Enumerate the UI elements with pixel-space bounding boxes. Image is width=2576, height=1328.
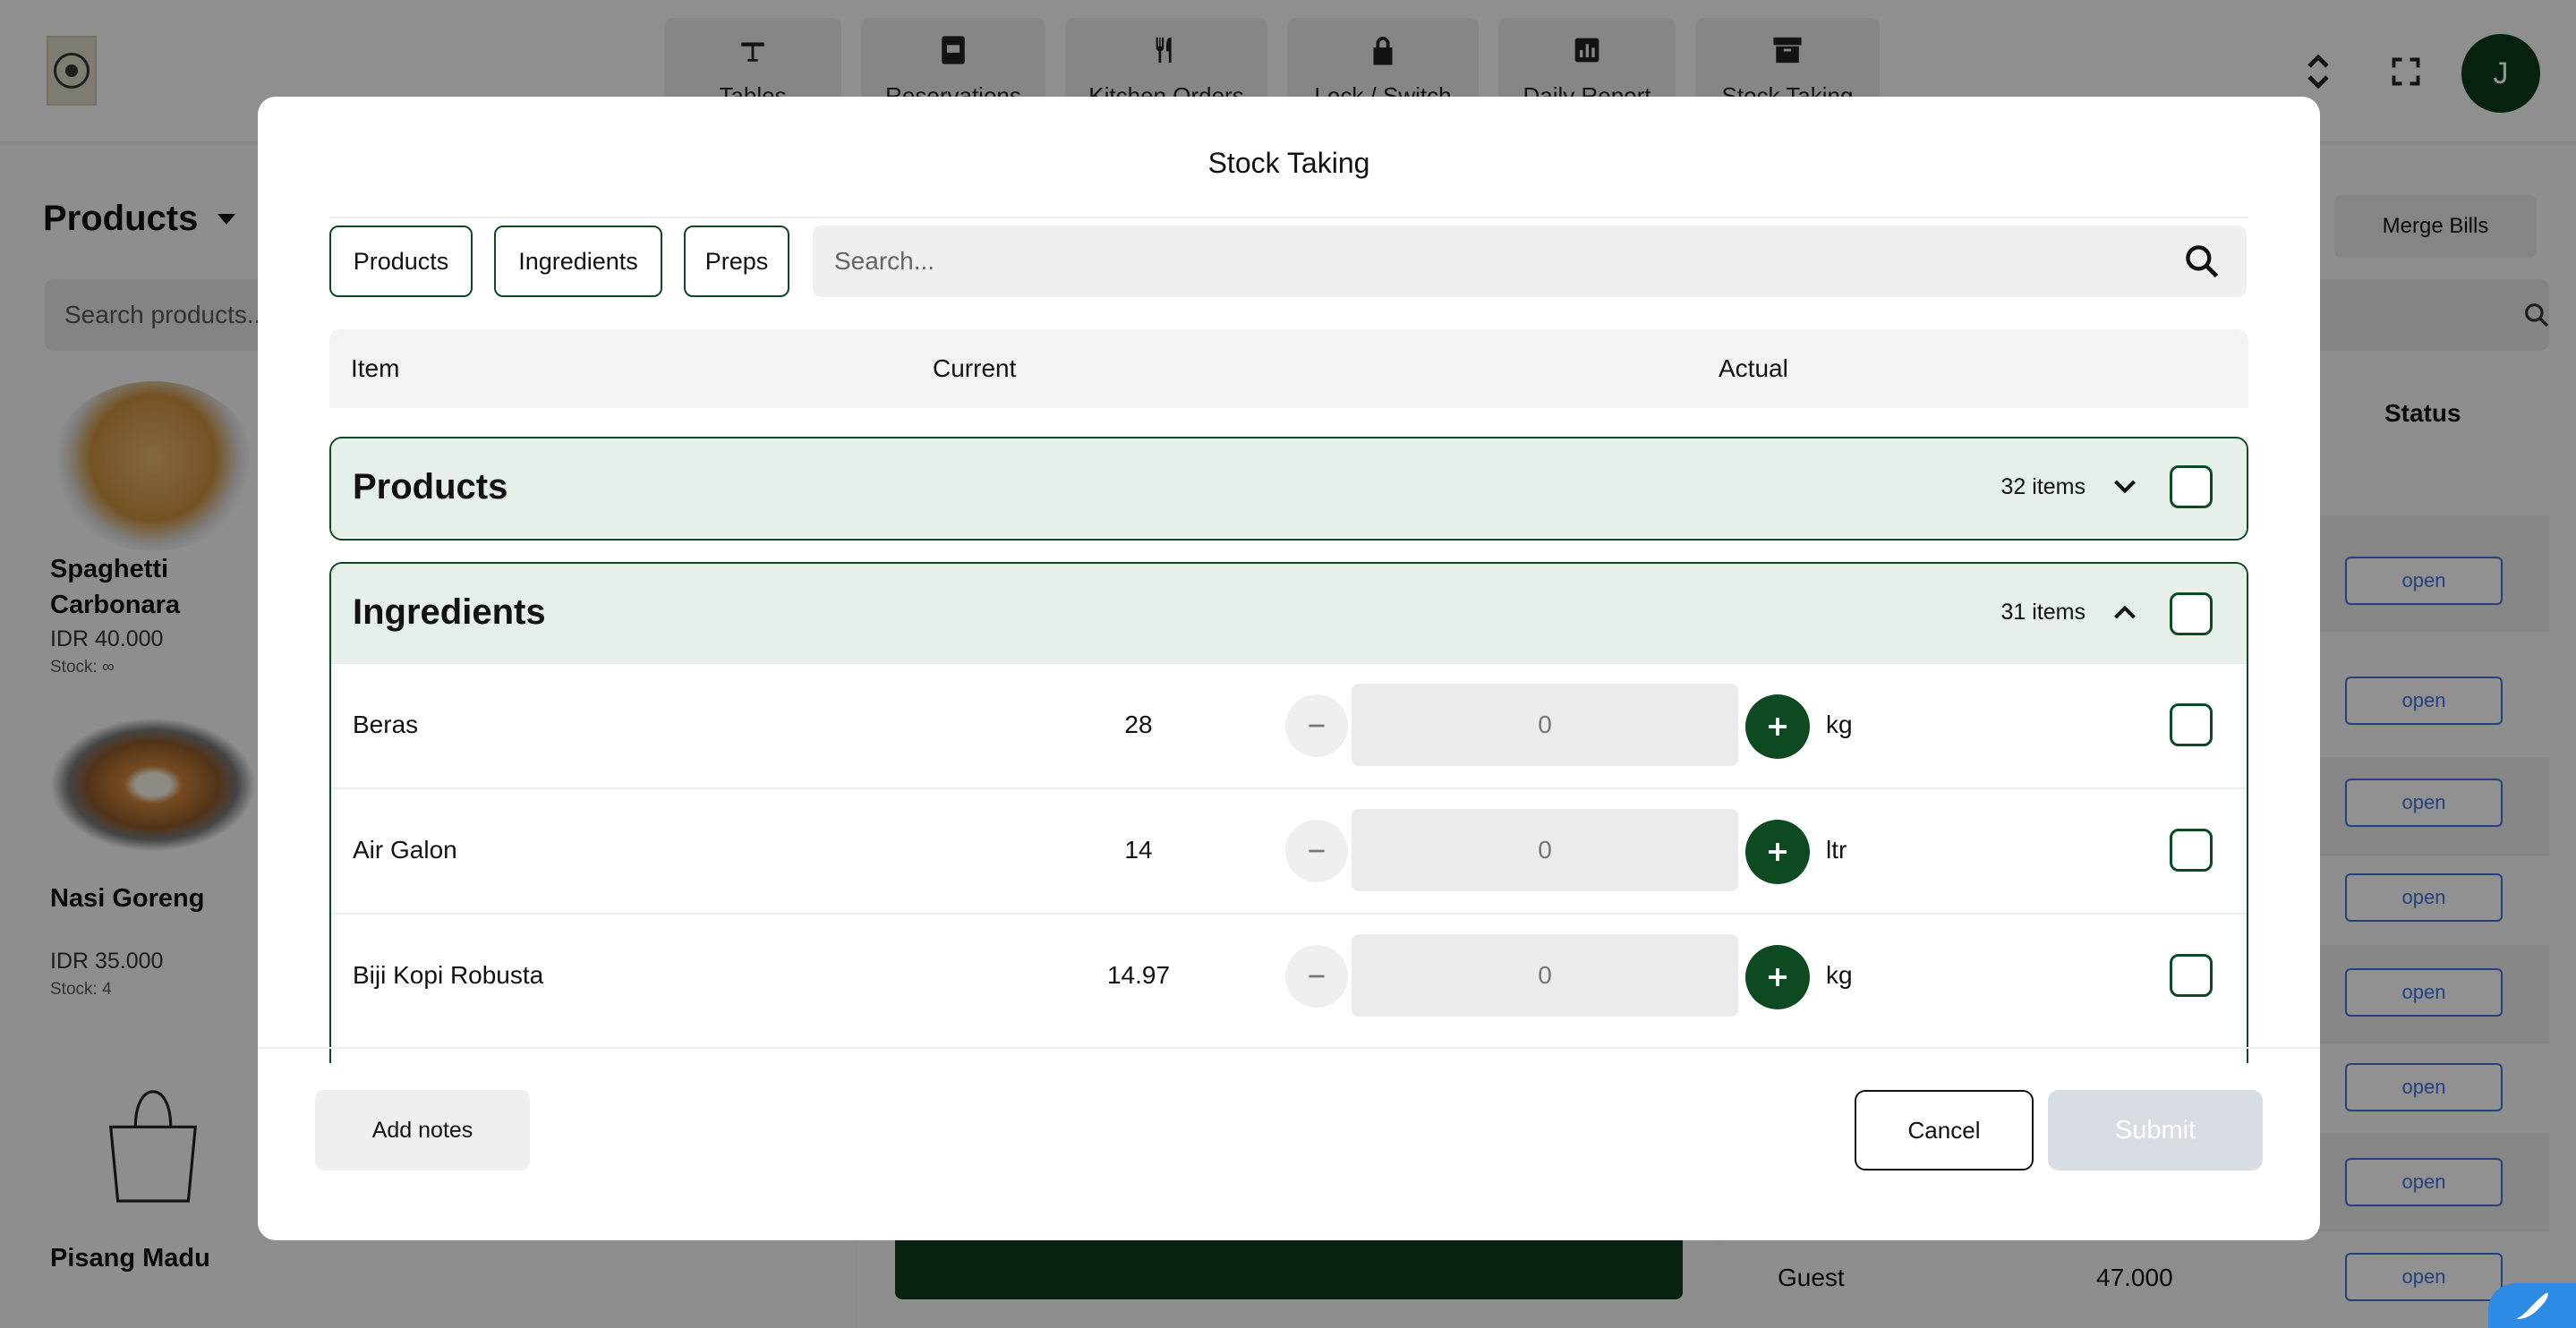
table-header: Item Current Actual [329,329,2248,408]
minus-icon [1309,724,1325,728]
group-ingredients: Ingredients 31 items Beras 28 kg Air Gal… [329,562,2248,1063]
ingredient-name: Biji Kopi Robusta [353,961,544,989]
plus-icon [1769,843,1787,861]
current-stock: 14 [1124,836,1153,864]
column-actual: Actual [1719,354,1788,382]
dialog-title: Stock Taking [1207,147,1370,179]
stock-search [813,226,2247,297]
rocket-icon [2516,1292,2548,1319]
decrement-button[interactable] [1285,694,1348,757]
increment-button[interactable] [1745,694,1810,759]
column-item: Item [351,354,400,382]
search-icon[interactable] [2182,242,2222,281]
add-notes-button[interactable]: Add notes [315,1090,530,1171]
minus-icon [1309,975,1325,978]
ingredient-name: Beras [353,711,419,738]
filter-tab-products[interactable]: Products [329,226,473,297]
ingredient-row: Biji Kopi Robusta 14.97 kg [331,913,2247,1038]
decrement-button[interactable] [1285,945,1348,1008]
actual-quantity-input[interactable] [1352,684,1738,766]
chevron-up-icon[interactable] [2109,596,2141,628]
row-select-checkbox[interactable] [2170,703,2213,746]
group-header[interactable]: Products 32 items [331,438,2247,537]
unit-label: ltr [1826,836,1847,864]
divider [258,1047,2320,1049]
minus-icon [1309,849,1325,853]
stock-search-input[interactable] [813,226,2155,297]
ingredient-name: Air Galon [353,836,457,864]
stock-taking-dialog: Stock Taking Products Ingredients Preps … [258,97,2320,1240]
plus-icon [1769,968,1787,986]
actual-quantity-input[interactable] [1352,809,1738,891]
row-select-checkbox[interactable] [2170,829,2213,872]
filter-tab-ingredients[interactable]: Ingredients [494,226,662,297]
divider [329,217,2248,218]
group-select-checkbox[interactable] [2170,592,2213,635]
group-count: 31 items [2000,600,2086,625]
increment-button[interactable] [1745,820,1810,884]
group-name: Ingredients [353,592,546,632]
current-stock: 28 [1124,711,1153,738]
actual-quantity-input[interactable] [1352,934,1738,1017]
ingredient-row: Air Galon 14 ltr [331,787,2247,913]
chevron-down-icon[interactable] [2109,471,2141,503]
plus-icon [1769,718,1787,736]
group-products: Products 32 items [329,437,2248,541]
current-stock: 14.97 [1106,961,1171,989]
cancel-button[interactable]: Cancel [1855,1090,2034,1171]
increment-button[interactable] [1745,945,1810,1009]
row-select-checkbox[interactable] [2170,954,2213,997]
submit-button[interactable]: Submit [2048,1090,2263,1171]
group-name: Products [353,467,508,507]
column-current: Current [933,354,1017,382]
group-select-checkbox[interactable] [2170,465,2213,508]
unit-label: kg [1826,711,1853,738]
filter-tab-preps[interactable]: Preps [684,226,789,297]
group-count: 32 items [2000,474,2086,499]
decrement-button[interactable] [1285,820,1348,882]
group-header[interactable]: Ingredients 31 items [331,564,2247,662]
ingredient-row: Beras 28 kg [331,662,2247,787]
help-launcher-button[interactable] [2488,1283,2576,1328]
unit-label: kg [1826,961,1853,989]
